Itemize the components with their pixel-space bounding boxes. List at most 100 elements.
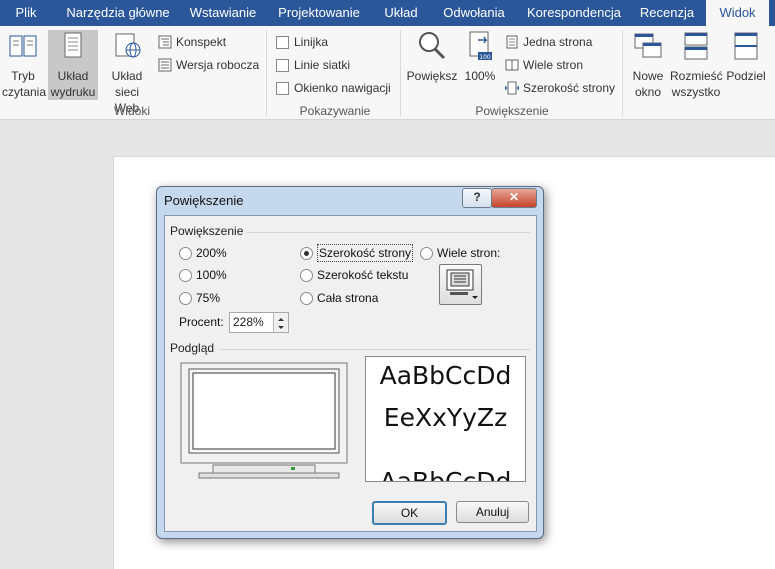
split-icon	[734, 32, 758, 60]
uklad-wydruku-label-2: wydruku	[50, 85, 96, 99]
preview-section-label: Podgląd	[170, 341, 215, 355]
szerokosc-strony-label: Szerokość strony	[523, 81, 616, 95]
page-width-icon	[505, 81, 519, 95]
group-separator	[400, 30, 401, 116]
linijka-check-box[interactable]	[276, 36, 289, 49]
nowe-okno-button[interactable]: Nowe okno	[628, 30, 668, 100]
widoki-group-label: Widoki	[113, 104, 150, 118]
monitor-pages-icon	[446, 269, 478, 299]
preview-text-line-2: EeXxYyZz	[383, 403, 508, 432]
spin-down-button[interactable]	[273, 322, 288, 332]
uklad-wydruku-label-1: Układ	[57, 69, 89, 83]
rozmiesc-wszystko-button[interactable]: Rozmieść wszystko	[670, 30, 723, 100]
ribbon-tabs: Plik Narzędzia główne Wstawianie Projekt…	[0, 0, 775, 26]
radio-szerokosc-tekstu-label: Szerokość tekstu	[317, 268, 409, 282]
preview-text-line-3: AaBbCcDd	[379, 467, 512, 482]
uklad-sieci-web-button[interactable]: Układ sieci Web	[102, 30, 152, 115]
radio-200-label: 200%	[196, 246, 227, 260]
svg-text:100: 100	[479, 54, 491, 61]
radio-szerokosc-strony-dot[interactable]	[300, 247, 313, 260]
jedna-strona-label: Jedna strona	[523, 35, 593, 49]
outline-icon	[158, 35, 172, 49]
linie-siatki-label: Linie siatki	[294, 58, 351, 72]
arrange-all-icon	[684, 32, 708, 60]
close-icon: ✕	[508, 190, 520, 204]
one-page-icon	[506, 35, 518, 49]
radio-cala-strona-dot[interactable]	[300, 292, 313, 305]
help-button[interactable]: ?	[462, 188, 492, 208]
powiekszenie-group-label: Powiększenie	[475, 104, 549, 118]
font-preview-box: AaBbCcDd EeXxYyZz AaBbCcDd	[365, 356, 526, 482]
tab-widok[interactable]: Widok	[706, 0, 769, 26]
close-button[interactable]: ✕	[491, 188, 537, 208]
section-divider	[247, 232, 530, 233]
nowe-okno-label-1: Nowe	[632, 69, 664, 83]
group-separator	[266, 30, 267, 116]
ribbon: Tryb czytania Układ wydruku Układ sieci …	[0, 26, 775, 120]
wiele-stron-label: Wiele stron	[523, 58, 584, 72]
radio-wiele-stron-dot[interactable]	[420, 247, 433, 260]
tab-recenzja[interactable]: Recenzja	[636, 0, 698, 26]
linijka-label: Linijka	[294, 35, 329, 49]
percent-label: Procent:	[179, 315, 224, 329]
group-separator	[622, 30, 623, 116]
zoom-dialog: Powiększenie ? ✕ Powiększenie 200% 100% …	[156, 186, 544, 539]
multiple-pages-icon	[505, 59, 519, 71]
tab-odwolania[interactable]: Odwołania	[437, 0, 511, 26]
zoom-100-label: 100%	[464, 69, 496, 83]
preview-text-line-1: AaBbCcDd	[379, 361, 512, 390]
tab-korespondencja[interactable]: Korespondencja	[522, 0, 626, 26]
web-layout-icon	[115, 33, 141, 58]
linie-siatki-check-box[interactable]	[276, 59, 289, 72]
zoom-section-label: Powiększenie	[170, 224, 244, 238]
radio-100-label: 100%	[196, 268, 227, 282]
tab-uklad[interactable]: Układ	[373, 0, 429, 26]
uklad-sieci-web-label-1: Układ	[111, 69, 143, 83]
new-window-icon	[634, 33, 662, 58]
radio-szerokosc-strony-label: Szerokość strony	[317, 244, 414, 262]
rozmiesc-wszystko-label-2: wszystko	[671, 85, 721, 99]
draft-icon	[158, 58, 172, 72]
cancel-button[interactable]: Anuluj	[456, 501, 529, 523]
magnifier-icon	[419, 32, 446, 60]
powieksz-button[interactable]: Powiększ	[406, 30, 458, 100]
radio-cala-strona-label: Cała strona	[317, 291, 379, 305]
print-layout-icon	[64, 32, 82, 58]
nowe-okno-label-2: okno	[634, 85, 662, 99]
zoom-100-button[interactable]: 100 100%	[462, 30, 498, 100]
wersja-robocza-label: Wersja robocza	[176, 58, 260, 72]
chevron-down-icon	[278, 326, 284, 329]
tryb-czytania-label-2: czytania	[2, 85, 47, 99]
section-divider	[219, 349, 530, 350]
radio-szerokosc-tekstu-dot[interactable]	[300, 269, 313, 282]
radio-75-dot[interactable]	[179, 292, 192, 305]
dialog-title: Powiększenie	[164, 193, 244, 208]
tryb-czytania-button[interactable]: Tryb czytania	[2, 30, 47, 100]
hundred-percent-icon: 100	[469, 31, 492, 61]
podziel-button[interactable]: Podziel	[724, 30, 768, 100]
book-icon	[9, 35, 37, 57]
pokazywanie-group-label: Pokazywanie	[299, 104, 371, 118]
powieksz-label: Powiększ	[406, 69, 458, 83]
okienko-nawigacji-label: Okienko nawigacji	[294, 81, 391, 95]
pages-picker-button[interactable]	[439, 264, 482, 305]
uklad-wydruku-button[interactable]: Układ wydruku	[48, 30, 98, 100]
ok-button[interactable]: OK	[372, 501, 447, 525]
monitor-preview-icon	[180, 362, 348, 479]
tab-wstawianie[interactable]: Wstawianie	[182, 0, 264, 26]
konspekt-label: Konspekt	[176, 35, 227, 49]
okienko-nawigacji-check-box[interactable]	[276, 82, 289, 95]
tab-narzedzia-glowne[interactable]: Narzędzia główne	[56, 0, 180, 26]
podziel-label: Podziel	[726, 69, 766, 83]
dialog-body: Powiększenie 200% 100% 75% Szerokość str…	[164, 215, 537, 532]
tryb-czytania-label-1: Tryb	[11, 69, 35, 83]
help-icon: ?	[473, 190, 481, 204]
radio-75-label: 75%	[196, 291, 221, 305]
radio-200-dot[interactable]	[179, 247, 192, 260]
tab-plik[interactable]: Plik	[0, 0, 52, 26]
percent-spinner[interactable]: 228%	[229, 312, 289, 333]
percent-input[interactable]: 228%	[233, 315, 264, 329]
tab-projektowanie[interactable]: Projektowanie	[272, 0, 366, 26]
radio-100-dot[interactable]	[179, 269, 192, 282]
rozmiesc-wszystko-label-1: Rozmieść	[670, 69, 723, 83]
